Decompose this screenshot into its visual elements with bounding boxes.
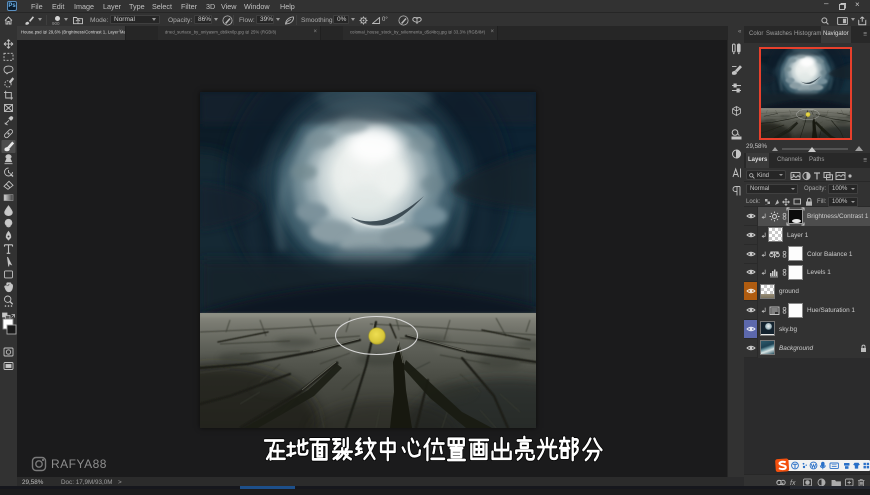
svg-text:«: « <box>738 29 742 35</box>
